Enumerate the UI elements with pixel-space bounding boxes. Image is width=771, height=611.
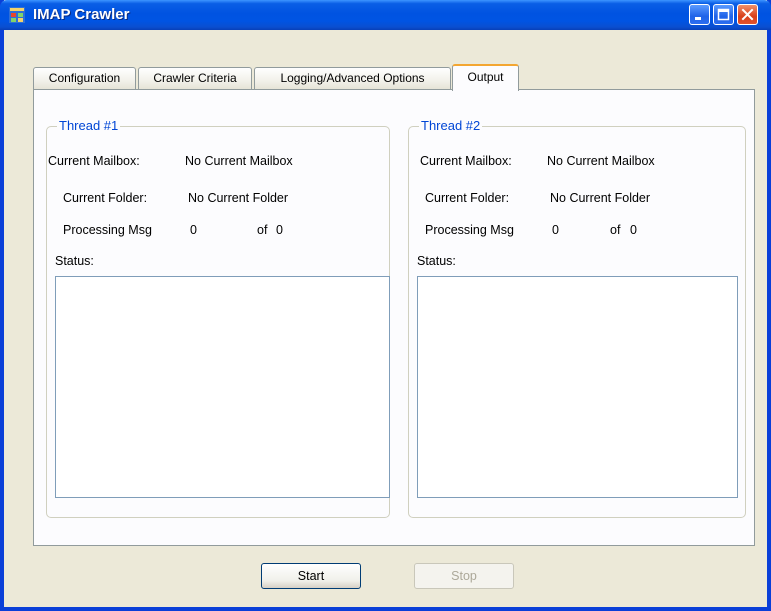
thread-2-processing-current: 0: [552, 223, 559, 237]
thread-2-title: Thread #2: [419, 118, 483, 133]
thread-1-mailbox-label: Current Mailbox:: [48, 154, 140, 168]
thread-2-processing-total: 0: [630, 223, 637, 237]
thread-1-folder-label: Current Folder:: [63, 191, 148, 205]
thread-1-processing-total: 0: [276, 223, 283, 237]
app-window: IMAP Crawler Configuration Crawler Crite…: [0, 0, 771, 611]
maximize-icon: [717, 8, 730, 21]
thread-1-processing-current: 0: [190, 223, 197, 237]
app-window-icon[interactable]: [9, 7, 25, 23]
minimize-button[interactable]: [689, 4, 710, 25]
thread-2-of-label: of: [610, 223, 621, 237]
output-tab-panel: Thread #1 Current Mailbox: No Current Ma…: [33, 89, 755, 546]
thread-2-group: Thread #2 Current Mailbox: No Current Ma…: [408, 118, 746, 518]
thread-2-processing-label: Processing Msg: [425, 223, 514, 237]
thread-2-mailbox-label: Current Mailbox:: [420, 154, 512, 168]
tab-crawler-criteria[interactable]: Crawler Criteria: [138, 67, 252, 89]
thread-1-mailbox-value: No Current Mailbox: [185, 154, 293, 168]
close-button[interactable]: [737, 4, 758, 25]
thread-1-of-label: of: [257, 223, 268, 237]
close-icon: [741, 8, 754, 21]
minimize-icon: [695, 17, 701, 20]
thread-2-folder-label: Current Folder:: [425, 191, 510, 205]
title-bar[interactable]: IMAP Crawler: [0, 0, 771, 30]
thread-1-status-label: Status:: [55, 254, 94, 268]
thread-2-mailbox-value: No Current Mailbox: [547, 154, 655, 168]
thread-2-status-label: Status:: [417, 254, 456, 268]
window-title: IMAP Crawler: [33, 6, 130, 23]
stop-button[interactable]: Stop: [414, 563, 514, 589]
thread-1-folder-value: No Current Folder: [188, 191, 289, 205]
thread-1-processing-label: Processing Msg: [63, 223, 152, 237]
tab-logging-advanced-options[interactable]: Logging/Advanced Options: [254, 67, 451, 89]
tab-output[interactable]: Output: [452, 64, 519, 91]
start-button[interactable]: Start: [261, 563, 361, 589]
maximize-button[interactable]: [713, 4, 734, 25]
tab-configuration[interactable]: Configuration: [33, 67, 136, 89]
thread-1-title: Thread #1: [57, 118, 121, 133]
thread-1-group: Thread #1 Current Mailbox: No Current Ma…: [46, 118, 390, 518]
thread-2-folder-value: No Current Folder: [550, 191, 651, 205]
thread-1-status-textbox[interactable]: [55, 276, 390, 498]
thread-2-status-textbox[interactable]: [417, 276, 738, 498]
